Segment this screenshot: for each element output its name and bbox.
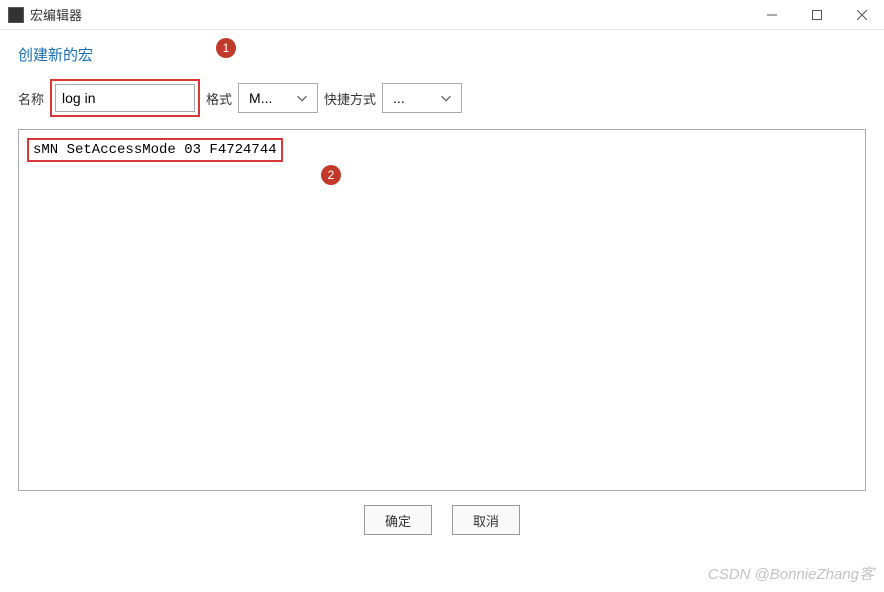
format-select[interactable]: M...	[238, 83, 318, 113]
macro-code: sMN SetAccessMode 03 F4724744	[33, 142, 277, 158]
app-icon	[8, 7, 24, 23]
chevron-down-icon	[437, 89, 455, 107]
shortcut-label: 快捷方式	[324, 89, 376, 108]
code-highlight: sMN SetAccessMode 03 F4724744	[27, 138, 283, 162]
shortcut-value: ...	[393, 90, 405, 106]
maximize-button[interactable]	[794, 0, 839, 29]
dialog-buttons: 确定 取消	[0, 491, 884, 549]
section-heading: 创建新的宏	[18, 44, 866, 65]
form-row: 名称 格式 M... 快捷方式 ...	[18, 79, 866, 117]
name-label: 名称	[18, 89, 44, 108]
name-input[interactable]	[55, 84, 195, 112]
format-value: M...	[249, 90, 272, 106]
window-controls	[749, 0, 884, 29]
close-button[interactable]	[839, 0, 884, 29]
cancel-button[interactable]: 取消	[452, 505, 520, 535]
macro-editor[interactable]: sMN SetAccessMode 03 F4724744	[18, 129, 866, 491]
annotation-badge-2: 2	[321, 165, 341, 185]
shortcut-select[interactable]: ...	[382, 83, 462, 113]
window-title: 宏编辑器	[30, 5, 749, 24]
maximize-icon	[812, 10, 822, 20]
chevron-down-icon	[293, 89, 311, 107]
content-area: 创建新的宏 名称 格式 M... 快捷方式 ... sMN SetAccessM…	[0, 30, 884, 491]
minimize-button[interactable]	[749, 0, 794, 29]
annotation-badge-1: 1	[216, 38, 236, 58]
minimize-icon	[767, 10, 777, 20]
format-label: 格式	[206, 89, 232, 108]
name-input-highlight	[50, 79, 200, 117]
close-icon	[857, 10, 867, 20]
ok-button[interactable]: 确定	[364, 505, 432, 535]
titlebar: 宏编辑器	[0, 0, 884, 30]
watermark: CSDN @BonnieZhang客	[708, 563, 874, 584]
